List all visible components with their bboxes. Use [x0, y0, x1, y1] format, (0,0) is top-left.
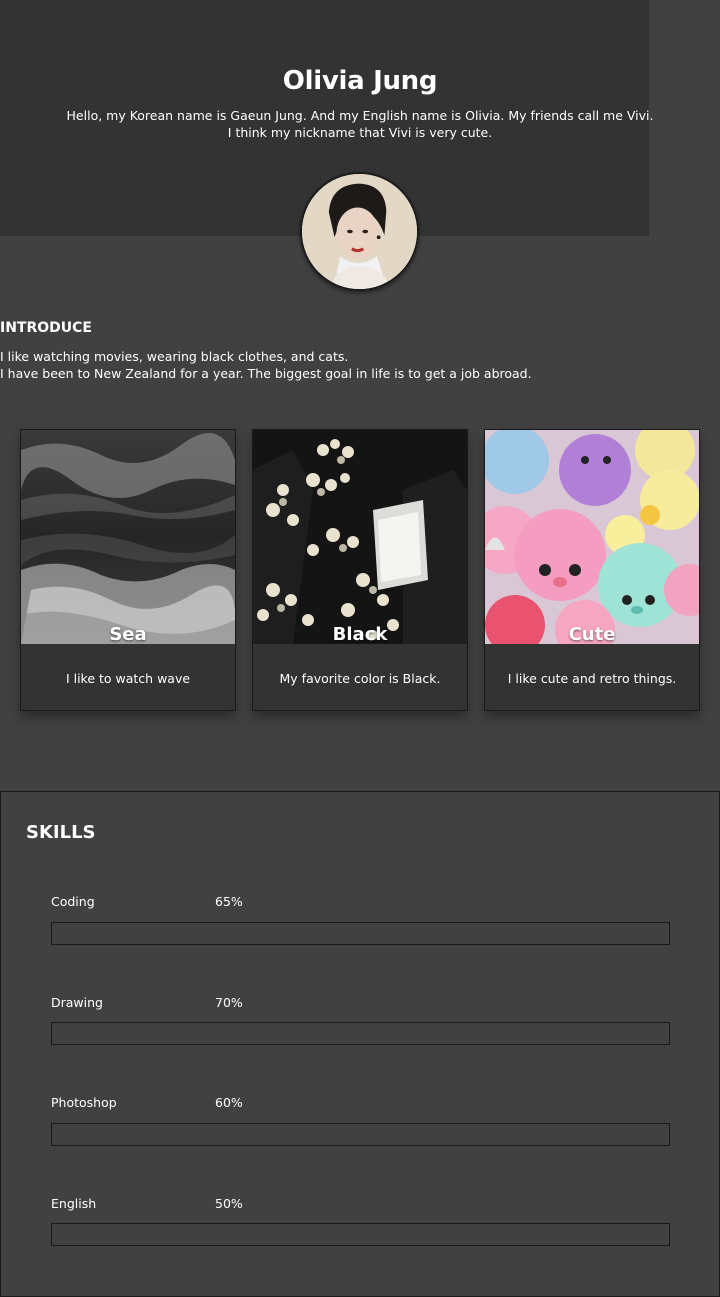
skill-name: Drawing — [51, 995, 103, 1010]
introduce-line: I have been to New Zealand for a year. T… — [0, 366, 532, 381]
introduce-title: INTRODUCE — [0, 320, 92, 336]
avatar — [300, 172, 419, 291]
card-description: I like to watch wave — [65, 671, 191, 686]
skill-bar-photoshop — [51, 1123, 670, 1146]
card-title: Sea — [109, 624, 147, 645]
card-black-image — [253, 430, 467, 644]
skill-percent: 70% — [215, 995, 243, 1010]
skill-name: Coding — [51, 894, 95, 909]
skill-bar-drawing — [51, 1022, 670, 1045]
profile-bio: Hello, my Korean name is Gaeun Jung. And… — [0, 107, 720, 141]
skill-bar-english — [51, 1223, 670, 1246]
skill-percent: 65% — [215, 894, 243, 909]
skill-bar-coding — [51, 922, 670, 945]
card-title: Cute — [568, 624, 616, 645]
card-title: Black — [332, 624, 388, 645]
card-description: I like cute and retro things. — [507, 671, 677, 686]
skill-name: English — [51, 1196, 97, 1211]
card-description: My favorite color is Black. — [279, 671, 441, 686]
skill-bar-fill — [52, 1224, 361, 1245]
introduce-line: I like watching movies, wearing black cl… — [0, 349, 349, 364]
skill-percent: 60% — [215, 1095, 243, 1110]
bio-line: Hello, my Korean name is Gaeun Jung. And… — [66, 108, 654, 123]
bio-line: I think my nickname that Vivi is very cu… — [227, 125, 493, 140]
skills-section: SKILLS Coding 65% Drawing 70% Photoshop … — [0, 791, 720, 1297]
skills-title: SKILLS — [26, 822, 96, 843]
skill-percent: 50% — [215, 1196, 243, 1211]
card-black: Black My favorite color is Black. — [252, 429, 468, 711]
skill-name: Photoshop — [51, 1095, 117, 1110]
skill-bar-fill — [52, 1023, 484, 1044]
avatar-portrait — [302, 174, 417, 289]
skill-bar-fill — [52, 923, 453, 944]
card-cute: Cute I like cute and retro things. — [484, 429, 700, 711]
profile-name: Olivia Jung — [282, 66, 438, 96]
card-sea: Sea I like to watch wave — [20, 429, 236, 711]
skill-bar-fill — [52, 1124, 422, 1145]
introduce-text: I like watching movies, wearing black cl… — [0, 348, 532, 382]
card-sea-image — [21, 430, 235, 644]
card-cute-image — [485, 430, 699, 644]
